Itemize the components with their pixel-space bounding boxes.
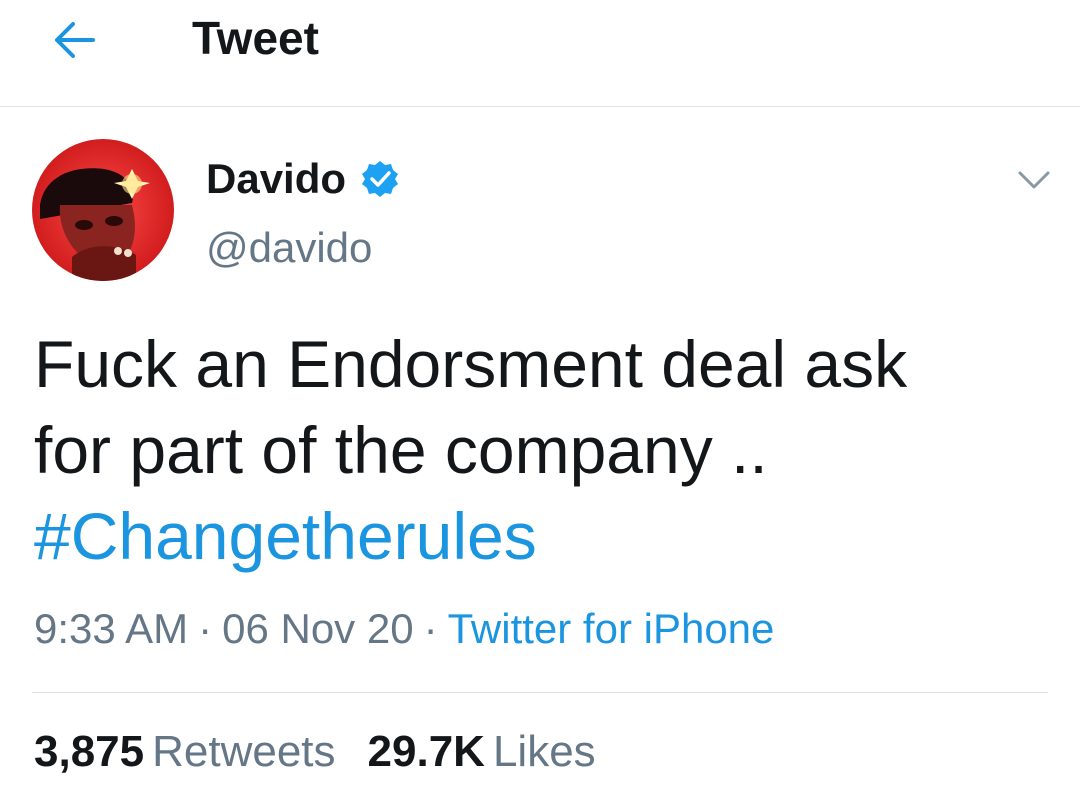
tweet-time: 9:33 AM [34, 605, 189, 652]
likes-label: Likes [492, 727, 596, 776]
top-bar: Tweet [0, 0, 1080, 107]
avatar-image [32, 139, 174, 281]
back-button[interactable] [44, 10, 104, 70]
chevron-down-icon [1018, 171, 1050, 189]
author-name-row: Davido [206, 154, 404, 204]
retweets-stat[interactable]: 3,875 Retweets [34, 727, 336, 776]
avatar[interactable] [32, 139, 174, 281]
separator-dot: · [198, 605, 213, 652]
tweet-text-line: Fuck an Endorsment deal ask [34, 327, 908, 401]
arrow-left-icon [55, 22, 95, 58]
tweet-text-line: for part of the company .. [34, 413, 768, 487]
author-handle[interactable]: @davido [206, 222, 372, 274]
retweets-label: Retweets [152, 727, 336, 776]
tweet-source-link[interactable]: Twitter for iPhone [448, 605, 775, 652]
tweet-stats: 3,875 Retweets 29.7K Likes [34, 724, 628, 780]
divider [32, 692, 1048, 693]
likes-count: 29.7K [367, 727, 485, 776]
hashtag-link[interactable]: #Changetherules [34, 493, 1044, 579]
more-options-button[interactable] [1012, 160, 1056, 200]
retweets-count: 3,875 [34, 727, 145, 776]
tweet-metadata: 9:33 AM · 06 Nov 20 · Twitter for iPhone [34, 602, 774, 656]
tweet-text: Fuck an Endorsment deal ask for part of … [34, 321, 1044, 579]
likes-stat[interactable]: 29.7K Likes [368, 727, 596, 776]
author-display-name[interactable]: Davido [206, 155, 346, 203]
tweet-date: 06 Nov 20 [222, 605, 414, 652]
separator-dot: · [423, 605, 438, 652]
page-title: Tweet [192, 12, 319, 64]
verified-badge-icon [360, 157, 404, 201]
